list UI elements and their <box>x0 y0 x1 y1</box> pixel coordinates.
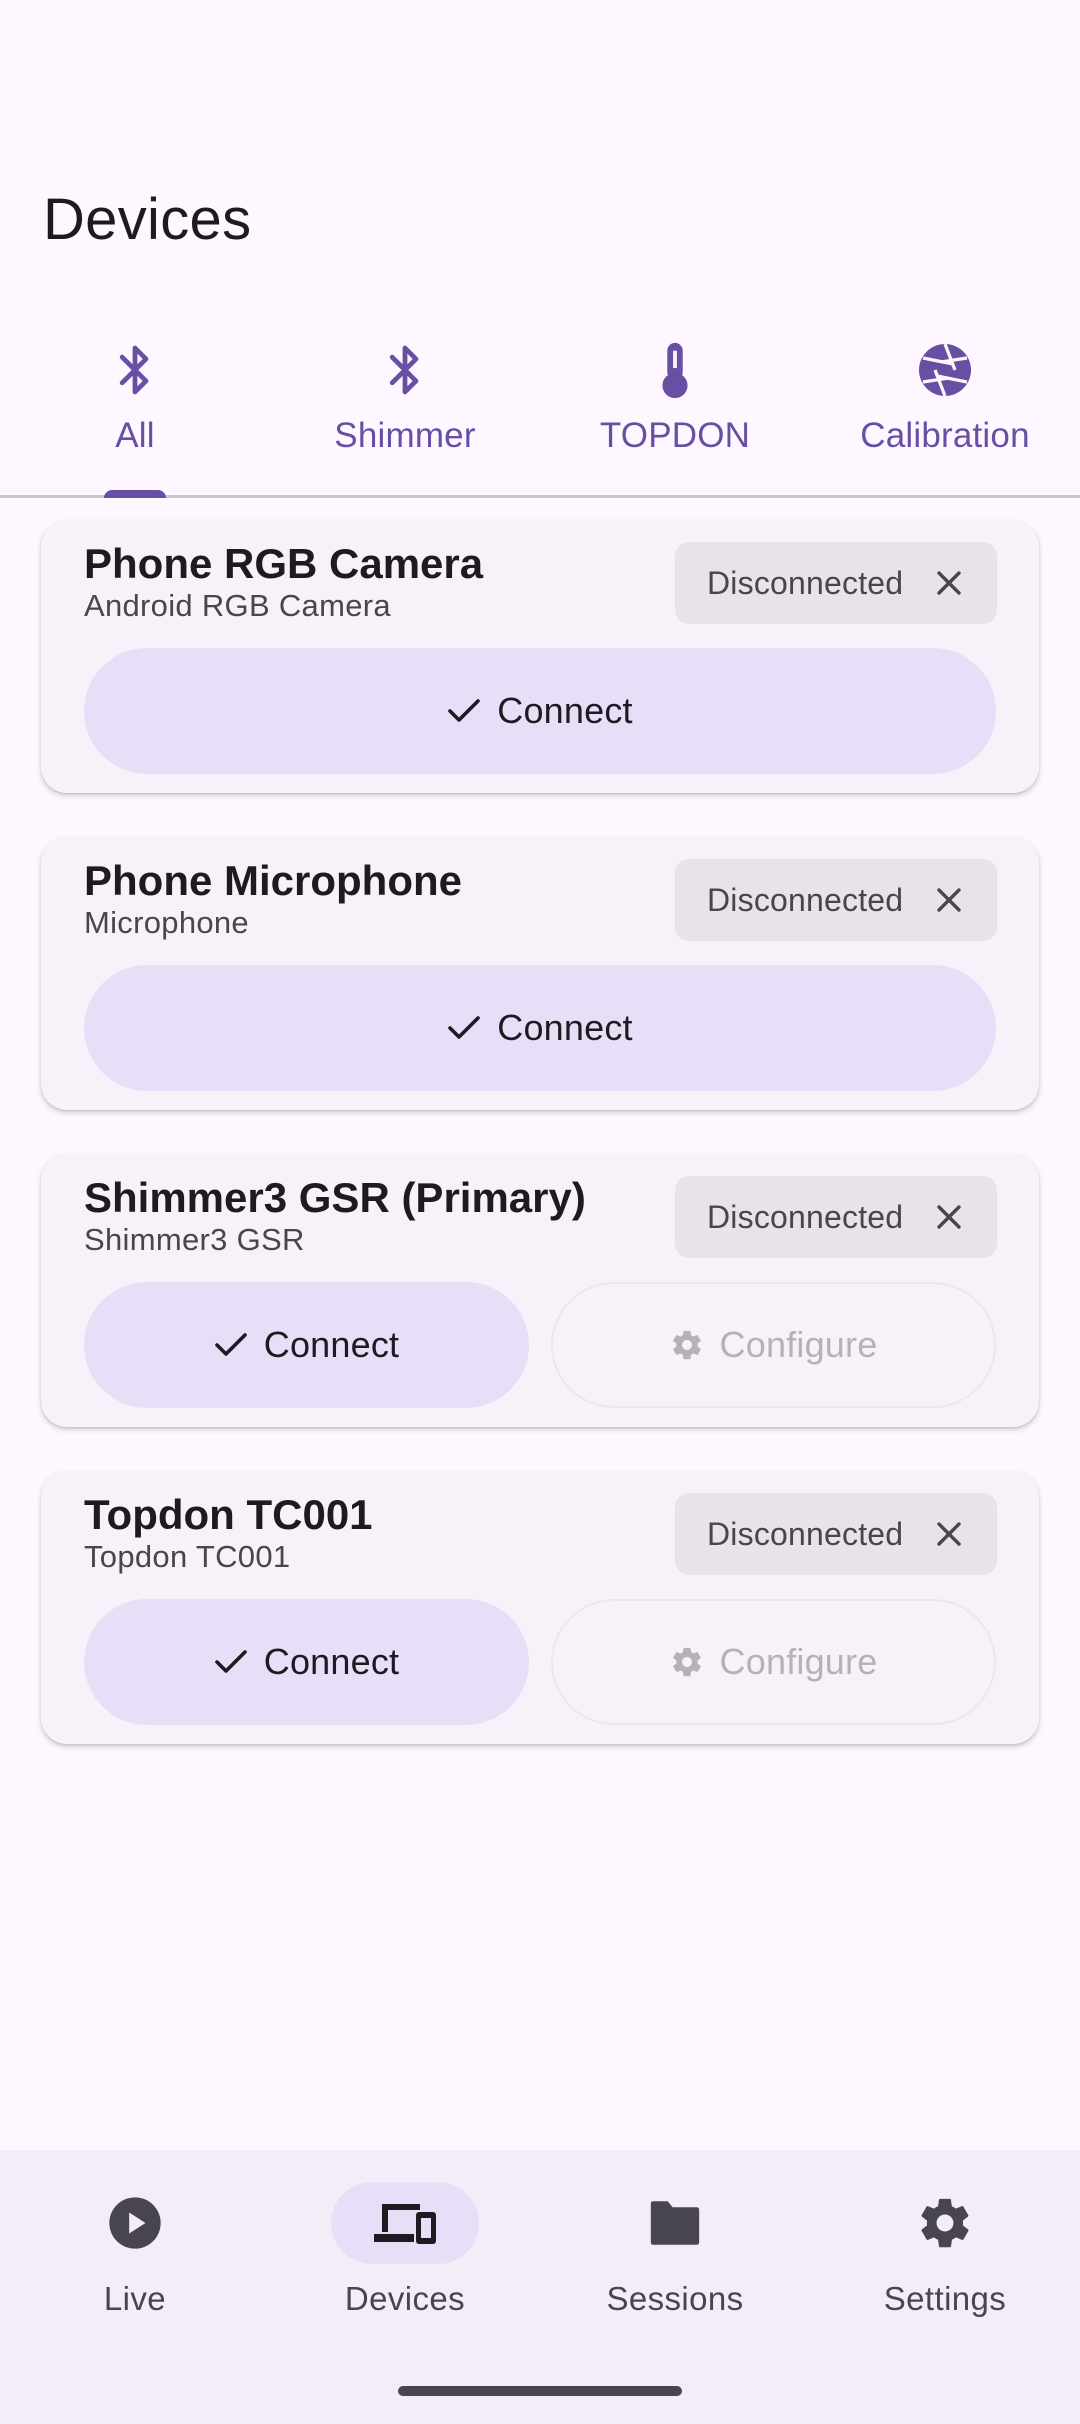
bottom-navigation: Live Devices Sessions Settings <box>0 2150 1080 2424</box>
page-title: Devices <box>43 187 252 252</box>
gear-icon <box>672 1647 701 1677</box>
tab-label: Calibration <box>860 416 1030 455</box>
connect-button[interactable]: Connect <box>84 648 996 774</box>
nav-label: Devices <box>344 2280 466 2317</box>
device-type: Microphone <box>84 905 249 940</box>
connect-button-label: Connect <box>497 690 633 731</box>
device-card-topdon-tc001: Topdon TC001 Topdon TC001 Disconnected C… <box>41 1471 1039 1744</box>
camera-aperture-icon <box>915 340 975 400</box>
device-name: Phone Microphone <box>84 857 462 904</box>
close-icon <box>937 1522 961 1546</box>
check-icon <box>448 699 481 722</box>
thermometer-icon <box>645 340 705 400</box>
device-card-phone-microphone: Phone Microphone Microphone Disconnected… <box>41 837 1039 1110</box>
device-card-phone-rgb-camera: Phone RGB Camera Android RGB Camera Disc… <box>41 520 1039 793</box>
bluetooth-icon <box>105 340 165 400</box>
tab-shimmer[interactable]: Shimmer <box>270 320 540 495</box>
nav-item-devices[interactable]: Devices <box>270 2150 540 2424</box>
device-type: Topdon TC001 <box>84 1539 291 1574</box>
configure-button[interactable]: Configure <box>551 1599 996 1725</box>
gear-icon <box>921 2198 969 2248</box>
devices-screen: Devices All Shimmer TOPDON Calibration P… <box>0 0 1080 2424</box>
status-chip[interactable]: Disconnected <box>675 1176 997 1258</box>
status-label: Disconnected <box>707 1198 904 1235</box>
nav-label: Live <box>103 2280 167 2317</box>
tab-label: All <box>115 416 155 455</box>
configure-button-label: Configure <box>719 1324 878 1365</box>
device-name: Phone RGB Camera <box>84 540 484 587</box>
tab-label: TOPDON <box>599 416 751 455</box>
nav-item-live[interactable]: Live <box>0 2150 270 2424</box>
nav-pill <box>331 2182 479 2264</box>
connect-button[interactable]: Connect <box>84 1282 529 1408</box>
tab-active-indicator <box>104 490 166 498</box>
connect-button-label: Connect <box>263 1324 400 1365</box>
bluetooth-icon <box>375 340 435 400</box>
tab-topdon[interactable]: TOPDON <box>540 320 810 495</box>
status-bar <box>0 0 1080 130</box>
device-card-shimmer3-gsr: Shimmer3 GSR (Primary) Shimmer3 GSR Disc… <box>41 1154 1039 1427</box>
close-icon <box>937 1205 961 1229</box>
play-circle-icon <box>109 2197 161 2249</box>
configure-button[interactable]: Configure <box>551 1282 996 1408</box>
device-name: Shimmer3 GSR (Primary) <box>84 1174 586 1221</box>
status-label: Disconnected <box>707 1515 904 1552</box>
nav-label: Settings <box>883 2280 1007 2317</box>
nav-pill <box>61 2182 209 2264</box>
connect-button[interactable]: Connect <box>84 965 996 1091</box>
check-icon <box>448 1016 481 1039</box>
nav-item-settings[interactable]: Settings <box>810 2150 1080 2424</box>
status-label: Disconnected <box>707 564 904 601</box>
gear-icon <box>672 1330 701 1360</box>
connect-button-label: Connect <box>263 1641 400 1682</box>
device-filter-tabs: All Shimmer TOPDON Calibration <box>0 320 1080 498</box>
devices-icon <box>374 2204 436 2244</box>
connect-button-label: Connect <box>497 1007 633 1048</box>
device-name: Topdon TC001 <box>84 1491 373 1538</box>
status-chip[interactable]: Disconnected <box>675 859 997 941</box>
device-type: Shimmer3 GSR <box>84 1222 305 1257</box>
home-indicator[interactable] <box>398 2386 682 2396</box>
nav-item-sessions[interactable]: Sessions <box>540 2150 810 2424</box>
folder-icon <box>650 2201 700 2245</box>
tab-label: Shimmer <box>334 416 476 455</box>
nav-pill <box>871 2182 1019 2264</box>
status-chip[interactable]: Disconnected <box>675 542 997 624</box>
tab-calibration[interactable]: Calibration <box>810 320 1080 495</box>
nav-label: Sessions <box>606 2280 744 2317</box>
check-icon <box>214 1650 247 1673</box>
status-label: Disconnected <box>707 881 904 918</box>
close-icon <box>937 888 961 912</box>
close-icon <box>937 571 961 595</box>
status-chip[interactable]: Disconnected <box>675 1493 997 1575</box>
check-icon <box>214 1333 247 1356</box>
connect-button[interactable]: Connect <box>84 1599 529 1725</box>
nav-pill <box>601 2182 749 2264</box>
tab-all[interactable]: All <box>0 320 270 498</box>
device-type: Android RGB Camera <box>84 588 391 623</box>
configure-button-label: Configure <box>719 1641 878 1682</box>
